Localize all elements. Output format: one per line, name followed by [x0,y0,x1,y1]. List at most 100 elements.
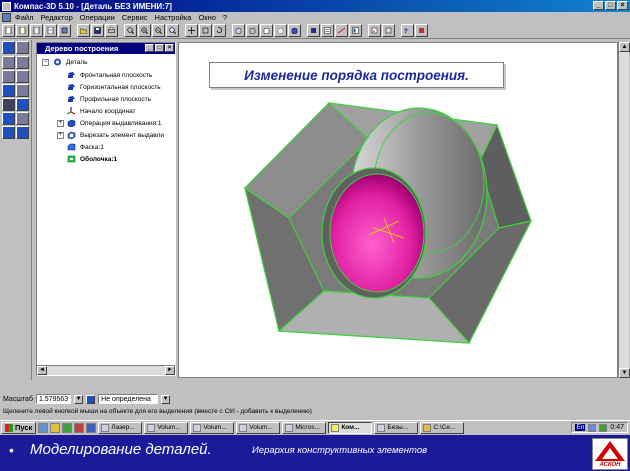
tree-collapse-toggle[interactable]: − [42,59,49,66]
sketch-icon[interactable] [2,70,15,83]
scale-input[interactable]: 1.579563 [35,394,72,404]
task-button[interactable]: Безы... [374,421,419,434]
tree-item-shell[interactable]: Оболочка:1 [67,155,117,163]
ascon-logo: АСКОН [592,438,628,470]
orientation-icon[interactable] [86,394,96,404]
close-button[interactable]: × [617,1,628,10]
context-help-icon[interactable] [415,24,428,37]
print-icon[interactable] [105,24,118,37]
save-icon[interactable] [91,24,104,37]
start-button[interactable]: Пуск [1,421,37,434]
tree-item-chamfer[interactable]: Фаска:1 [67,143,104,151]
variables-icon[interactable] [382,24,395,37]
wireframe-icon[interactable] [246,24,259,37]
thin-lines-icon[interactable] [274,24,287,37]
refresh-icon[interactable] [199,24,212,37]
properties-icon[interactable] [321,24,334,37]
pan-icon[interactable] [185,24,198,37]
tree-item-top-plane[interactable]: Горизонтальная плоскость [67,83,161,91]
orientation-dropdown-icon[interactable]: ▼ [161,394,171,404]
tree-expand-toggle[interactable]: + [57,120,64,127]
zoom-all-icon[interactable] [166,24,179,37]
menu-service[interactable]: Сервис [122,13,148,22]
quick-launch-app-icon[interactable] [74,422,85,433]
rotate-tool-icon[interactable] [16,84,29,97]
maximize-button[interactable]: □ [605,1,616,10]
perspective-icon[interactable] [307,24,320,37]
extrude-tool-icon[interactable] [2,84,15,97]
tree-expand-toggle[interactable]: + [57,132,64,139]
zoom-window-icon[interactable] [124,24,137,37]
shaded-icon[interactable] [288,24,301,37]
tree-item-cut-extrude[interactable]: Вырезать элемент выдавли [67,131,164,139]
scroll-left-icon[interactable]: ◄ [37,366,47,375]
open-icon[interactable] [77,24,90,37]
tree-item-label: Операция выдавливания:1 [80,119,162,127]
scroll-up-icon[interactable]: ▲ [619,42,630,52]
menu-settings[interactable]: Настройка [155,13,192,22]
menu-window[interactable]: Окно [198,13,215,22]
orientation-select[interactable]: Не определена [98,394,159,404]
task-button-active[interactable]: Ком... [328,421,373,434]
document-icon[interactable] [2,13,11,22]
scroll-right-icon[interactable]: ► [165,366,175,375]
tree-maximize-button[interactable]: □ [155,44,164,52]
tree-item-side-plane[interactable]: Профильная плоскость [67,95,151,103]
task-button[interactable]: Лазер... [98,421,143,434]
menu-editor[interactable]: Редактор [40,13,72,22]
rotate-icon[interactable] [213,24,226,37]
task-button[interactable]: Volum... [144,421,189,434]
task-button[interactable]: Micros... [282,421,327,434]
tree-minimize-button[interactable]: _ [145,44,154,52]
menu-help[interactable]: ? [223,13,227,22]
zoom-in-icon[interactable] [138,24,151,37]
new-sheet-icon[interactable] [30,24,43,37]
task-button[interactable]: Volum... [236,421,281,434]
chamfer-tool-icon[interactable] [16,98,29,111]
model-viewport[interactable]: Изменение порядка построения. [178,42,618,378]
tree-item-extrude[interactable]: Операция выдавливания:1 [67,119,162,127]
array-tool-icon[interactable] [2,126,15,139]
scale-dropdown-icon[interactable]: ▼ [74,394,84,404]
select-mode-icon[interactable] [2,41,15,54]
task-button[interactable]: Volum... [190,421,235,434]
help-icon[interactable]: ? [401,24,414,37]
tree-horizontal-scrollbar[interactable]: ◄ ► [37,365,175,375]
tree-item-origin[interactable]: Начало координат [67,107,136,115]
quick-launch-ie-icon[interactable] [86,422,97,433]
minimize-button[interactable]: _ [593,1,604,10]
tree-root[interactable]: Деталь [53,58,88,66]
quick-launch-desktop-icon[interactable] [62,422,73,433]
cut-tool-icon[interactable] [2,98,15,111]
tray-icon[interactable] [599,423,608,432]
menu-file[interactable]: Файл [15,13,33,22]
hidden-lines-icon[interactable] [260,24,273,37]
quick-launch-explorer-icon[interactable] [38,422,49,433]
menu-operations[interactable]: Операции [80,13,115,22]
new-document-icon[interactable] [2,24,15,37]
bore-surface [329,173,425,293]
new-spec-icon[interactable] [44,24,57,37]
fillet-tool-icon[interactable] [2,112,15,125]
tree-toggle-icon[interactable] [349,24,362,37]
new-fragment-icon[interactable] [16,24,29,37]
edit-mode-icon[interactable] [16,41,29,54]
arc-tool-icon[interactable] [16,56,29,69]
library-icon[interactable]: A [368,24,381,37]
dimension-tool-icon[interactable] [16,70,29,83]
new-part-icon[interactable] [58,24,71,37]
tree-close-button[interactable]: × [165,44,174,52]
language-indicator[interactable]: En [575,424,586,431]
measure-tool-icon[interactable] [16,126,29,139]
zoom-out-icon[interactable] [152,24,165,37]
shell-tool-icon[interactable] [16,112,29,125]
scroll-down-icon[interactable]: ▼ [619,368,630,378]
viewport-vertical-scrollbar[interactable]: ▲ ▼ [618,42,630,378]
view-orientation-icon[interactable] [232,24,245,37]
task-button[interactable]: C:\Ce... [420,421,465,434]
tree-item-front-plane[interactable]: Фронтальная плоскость [67,71,152,79]
line-tool-icon[interactable] [2,56,15,69]
measure-icon[interactable] [335,24,348,37]
tray-icon[interactable] [588,423,597,432]
quick-launch-folder-icon[interactable] [50,422,61,433]
